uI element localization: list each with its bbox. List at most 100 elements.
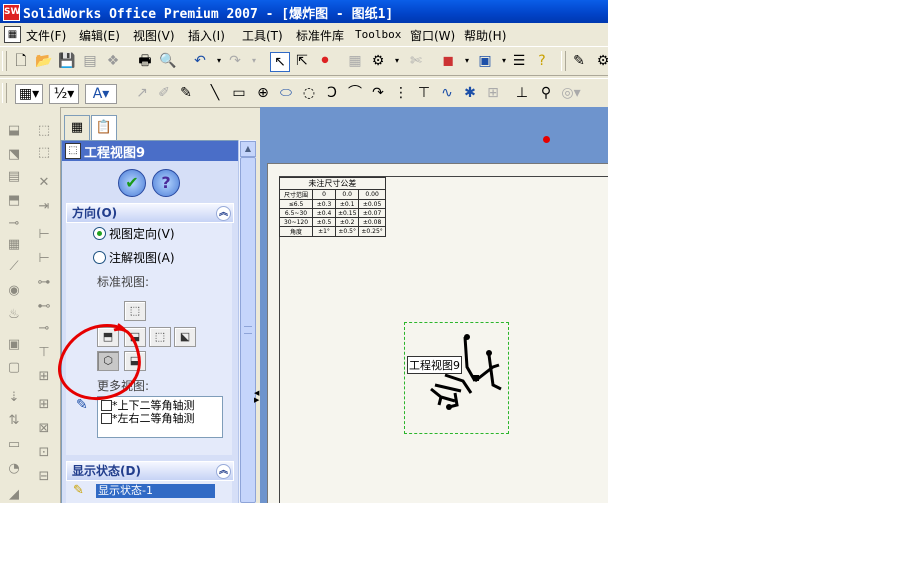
orientation-group-header[interactable]: 方向(O) ︽ bbox=[66, 203, 234, 223]
print-preview-icon[interactable]: 🔍 bbox=[159, 52, 177, 70]
property-manager-header: ⬚ 工程视图9 bbox=[62, 141, 238, 161]
assembly-icon: ❖ bbox=[106, 53, 120, 69]
print-icon[interactable]: 🖶 bbox=[136, 52, 154, 70]
options-icon[interactable]: ⚙ bbox=[369, 52, 387, 70]
view-orientation-radio[interactable] bbox=[93, 227, 106, 240]
menu-view[interactable]: 视图(V) bbox=[133, 27, 175, 44]
back-view-button[interactable]: ⬕ bbox=[174, 327, 196, 347]
table-cell: ±0.1 bbox=[334, 199, 360, 209]
toolbar-overflow-icon[interactable]: ⚙ bbox=[594, 52, 608, 70]
tolerance-table-title: 未注尺寸公差 bbox=[279, 177, 386, 190]
annotation-view-label: 注解视图(A) bbox=[109, 251, 175, 265]
table-cell: 0.00 bbox=[358, 189, 386, 200]
display-state-group-body: ✎ 显示状态-1 bbox=[66, 481, 232, 503]
annotation-tool-icon: ⬚ bbox=[37, 123, 51, 138]
select-pointer-icon[interactable]: ↖ bbox=[270, 52, 290, 72]
annotation-tool-icon: ⊠ bbox=[38, 421, 50, 436]
rebuild-icon[interactable]: ⚫ bbox=[316, 52, 334, 70]
tolerance-table[interactable]: 未注尺寸公差 尺寸范围 0 0.0 0.00 ≤6.5 ±0.3 ±0.1 ±0.05 6.… bbox=[279, 177, 386, 237]
toolbar-grip[interactable] bbox=[2, 51, 7, 71]
arc-icon[interactable]: ↷ bbox=[369, 84, 387, 102]
add-relation-icon[interactable]: ⊥ bbox=[513, 84, 531, 102]
annotation-view-radio[interactable] bbox=[93, 251, 106, 264]
annotation-tool-icon: ⊞ bbox=[38, 369, 50, 384]
menu-window[interactable]: 窗口(W) bbox=[410, 27, 455, 44]
point-icon[interactable]: ✱ bbox=[461, 84, 479, 102]
drawing-view-icon: ⬚ bbox=[65, 143, 81, 159]
display-state-selected[interactable]: 显示状态-1 bbox=[96, 484, 215, 498]
display-state-group-header[interactable]: 显示状态(D) ︽ bbox=[66, 461, 234, 481]
ok-button[interactable]: ✔ bbox=[118, 169, 146, 197]
table-row: 6.5~30 ±0.4 ±0.15 ±0.07 bbox=[279, 208, 386, 218]
window-layout-icon[interactable]: ▣ bbox=[476, 52, 494, 70]
more-view-item[interactable]: *左右二等角轴测 bbox=[112, 410, 195, 426]
circle-icon[interactable]: ⊕ bbox=[254, 84, 272, 102]
red-circle-annotation bbox=[58, 323, 141, 401]
properties-icon[interactable]: ☰ bbox=[510, 52, 528, 70]
drawing-tool-icon: ⟋ bbox=[9, 259, 19, 274]
feature-manager-tab-icon[interactable]: ▦ bbox=[64, 115, 90, 141]
tangent-arc-icon[interactable]: Ↄ bbox=[323, 84, 341, 102]
left-toolbar-strip: ⬓ ⬔ ▤ ⬒ ⊸ ▦ ⟋ ◉ ♨ ▣ ▢ ⇣ ⇅ ▭ ◔ ◢ ⬚ ⬚ ✕ ⇥ … bbox=[0, 107, 61, 503]
line-icon[interactable]: ╲ bbox=[206, 84, 224, 102]
menu-file[interactable]: 文件(F) bbox=[26, 27, 66, 44]
part-dropdown-icon[interactable]: ▾ bbox=[458, 52, 476, 70]
table-cell: 尺寸范围 bbox=[279, 189, 313, 200]
annotation-text-icon[interactable]: A▾ bbox=[85, 84, 117, 104]
save-as-icon: ▤ bbox=[83, 53, 97, 69]
title-bar: SW SolidWorks Office Premium 2007 - [爆炸图… bbox=[0, 0, 608, 23]
centerpoint-arc-icon[interactable]: ◌ bbox=[300, 84, 318, 102]
three-point-arc-icon[interactable]: ⌒ bbox=[346, 84, 364, 102]
collapse-icon[interactable]: ︽ bbox=[216, 464, 231, 479]
undo-icon[interactable]: ↶ bbox=[191, 52, 209, 70]
display-relations-icon[interactable]: ⚲ bbox=[537, 84, 555, 102]
scroll-thumb[interactable] bbox=[240, 157, 256, 503]
help-icon[interactable]: ? bbox=[533, 52, 551, 70]
new-document-icon[interactable]: 🗋 bbox=[12, 52, 30, 70]
sheet-format-icon: ▦ bbox=[348, 53, 362, 69]
drawing-view-boundary[interactable] bbox=[404, 322, 509, 434]
menu-edit[interactable]: 编辑(E) bbox=[79, 27, 120, 44]
select-filter-icon[interactable]: ⇱ bbox=[293, 52, 311, 70]
more-view-checkbox[interactable] bbox=[101, 413, 112, 424]
linear-pattern-icon: ◎▾ bbox=[561, 85, 581, 101]
save-icon[interactable]: 💾 bbox=[58, 52, 76, 70]
centerline-icon[interactable]: ⋮ bbox=[392, 84, 410, 102]
panel-scrollbar[interactable]: ▲ bbox=[238, 140, 256, 503]
options-dropdown-icon[interactable]: ▾ bbox=[388, 52, 406, 70]
view-orientation-icon[interactable]: ▦▾ bbox=[15, 84, 43, 104]
menu-toolbox[interactable]: Toolbox bbox=[355, 28, 401, 41]
table-cell: 0 bbox=[312, 189, 336, 200]
toolbar-grip[interactable] bbox=[2, 83, 7, 103]
menu-standard-library[interactable]: 标准件库 bbox=[296, 27, 344, 44]
document-menu-icon[interactable]: ▦ bbox=[4, 26, 21, 43]
dimension-tolerance-icon[interactable]: ½▾ bbox=[49, 84, 79, 104]
scroll-up-icon[interactable]: ▲ bbox=[240, 141, 256, 157]
drawing-tool-icon: ◉ bbox=[8, 283, 20, 298]
annotation-tool-icon: ⊸ bbox=[38, 321, 50, 336]
spline-icon[interactable]: ∿ bbox=[438, 84, 456, 102]
table-cell: ±0.25° bbox=[358, 226, 386, 237]
scroll-grip-icon bbox=[244, 326, 252, 334]
help-button[interactable]: ? bbox=[152, 169, 180, 197]
right-view-button[interactable]: ⬚ bbox=[149, 327, 171, 347]
collapse-icon[interactable]: ︽ bbox=[216, 206, 231, 221]
menu-tools[interactable]: 工具(T) bbox=[242, 27, 283, 44]
rectangle-icon[interactable]: ▭ bbox=[230, 84, 248, 102]
table-row: 尺寸范围 0 0.0 0.00 bbox=[279, 189, 386, 200]
redo-icon: ↷ bbox=[229, 53, 241, 69]
measure-icon[interactable]: ✎ bbox=[570, 52, 588, 70]
open-folder-icon[interactable]: 📂 bbox=[35, 52, 53, 70]
toolbar-grip[interactable] bbox=[561, 51, 566, 71]
property-manager-tab-icon[interactable]: 📋 bbox=[91, 115, 117, 141]
table-cell: ±0.05 bbox=[358, 199, 386, 209]
part-icon[interactable]: ◼ bbox=[439, 52, 457, 70]
table-cell: ±0.08 bbox=[358, 217, 386, 227]
menu-insert[interactable]: 插入(I) bbox=[188, 27, 225, 44]
menu-help[interactable]: 帮助(H) bbox=[464, 27, 506, 44]
construction-geometry-icon[interactable]: ⊤ bbox=[415, 84, 433, 102]
sketch-tool-icon[interactable]: ✎ bbox=[177, 84, 195, 102]
note-icon: ✐ bbox=[158, 85, 170, 101]
table-row: 角度 ±1° ±0.5° ±0.25° bbox=[279, 226, 386, 237]
ellipse-icon[interactable]: ⬭ bbox=[277, 84, 295, 102]
